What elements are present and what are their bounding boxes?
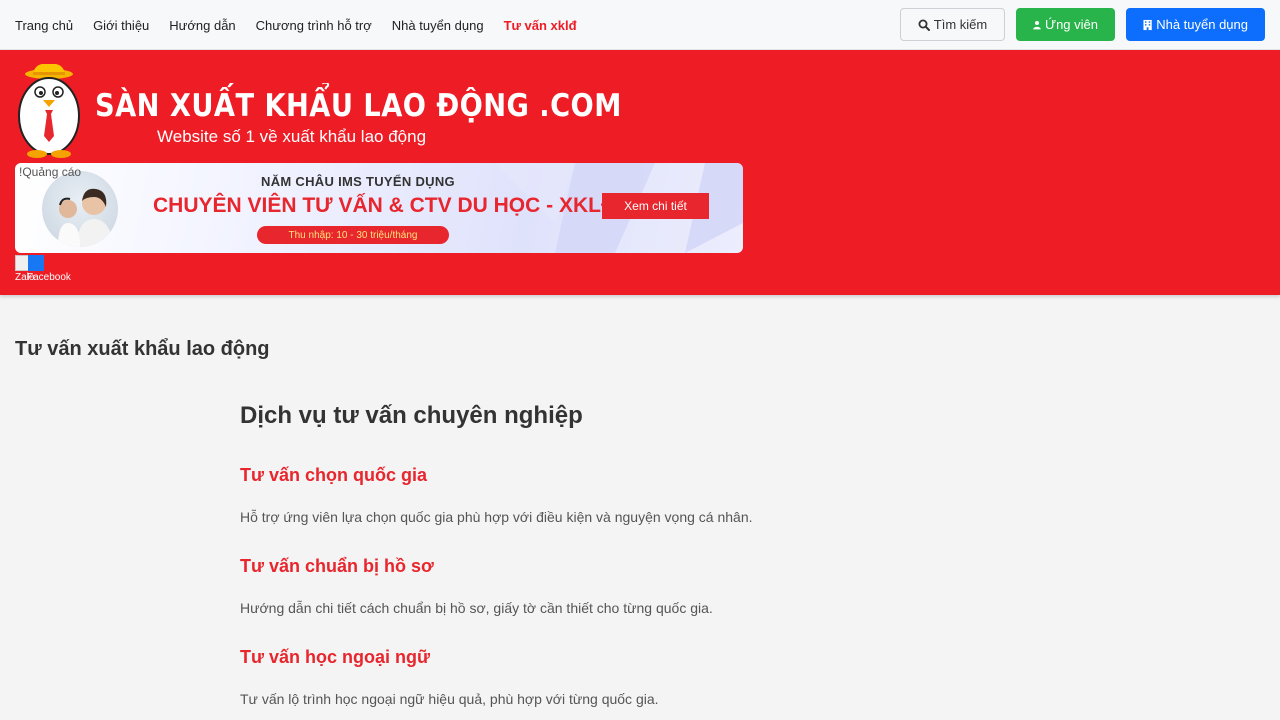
- section-title: Dịch vụ tư vấn chuyên nghiệp: [240, 402, 583, 429]
- facebook-icon[interactable]: [28, 255, 44, 271]
- ad-label: !Quảng cáo: [19, 165, 82, 179]
- nav-link-consulting[interactable]: Tư vấn xklđ: [504, 18, 577, 33]
- candidate-button[interactable]: Ứng viên: [1016, 8, 1115, 41]
- candidate-button-label: Ứng viên: [1044, 17, 1098, 32]
- banner-headline: CHUYÊN VIÊN TƯ VẤN & CTV DU HỌC - XKLĐ: [153, 194, 617, 217]
- nav-link-guide[interactable]: Hướng dẫn: [169, 18, 235, 33]
- page-title: Tư vấn xuất khẩu lao động: [15, 338, 270, 360]
- user-icon: [1033, 20, 1041, 29]
- consultant-photo: [42, 171, 118, 247]
- top-navbar: Trang chủ Giới thiệu Hướng dẫn Chương tr…: [0, 0, 1280, 50]
- logo-subtitle: Website số 1 về xuất khẩu lao động: [157, 127, 427, 146]
- nav-link-support-programs[interactable]: Chương trình hỗ trợ: [256, 18, 372, 33]
- search-icon: [918, 19, 930, 31]
- service-desc-country: Hỗ trợ ứng viên lựa chọn quốc gia phù hợ…: [240, 509, 753, 525]
- site-logo[interactable]: SÀN XUẤT KHẨU LAO ĐỘNG .COM Website số 1…: [15, 64, 621, 158]
- search-button-label: Tìm kiếm: [933, 17, 988, 32]
- service-title-language: Tư vấn học ngoại ngữ: [240, 647, 431, 667]
- logo-title: SÀN XUẤT KHẨU LAO ĐỘNG .COM: [95, 88, 622, 124]
- facebook-label: Facebook: [27, 272, 71, 283]
- social-links: Zalo Facebook: [15, 255, 85, 285]
- nav-link-home[interactable]: Trang chủ: [15, 18, 73, 33]
- employer-button-label: Nhà tuyển dụng: [1156, 17, 1248, 32]
- building-icon: [1143, 19, 1152, 30]
- banner-income-badge: Thu nhập: 10 - 30 triệu/tháng: [257, 226, 449, 244]
- nav-actions: Tìm kiếm Ứng viên Nhà tuyển dụng: [900, 8, 1265, 41]
- nav-link-employers[interactable]: Nhà tuyển dụng: [392, 18, 484, 33]
- employer-button[interactable]: Nhà tuyển dụng: [1126, 8, 1265, 41]
- nav-link-about[interactable]: Giới thiệu: [93, 18, 149, 33]
- banner-heading: NĂM CHÂU IMS TUYỂN DỤNG: [261, 174, 455, 189]
- service-desc-documents: Hướng dẫn chi tiết cách chuẩn bị hồ sơ, …: [240, 600, 713, 616]
- site-header: SÀN XUẤT KHẨU LAO ĐỘNG .COM Website số 1…: [0, 50, 1280, 295]
- service-desc-language: Tư vấn lộ trình học ngoại ngữ hiệu quả, …: [240, 691, 659, 707]
- service-title-country: Tư vấn chọn quốc gia: [240, 465, 428, 485]
- nav-links: Trang chủ Giới thiệu Hướng dẫn Chương tr…: [15, 0, 597, 50]
- ad-banner[interactable]: !Quảng cáo NĂM CHÂU IMS TUYỂN DỤNG CHUYÊ…: [15, 163, 743, 253]
- search-button[interactable]: Tìm kiếm: [900, 8, 1005, 41]
- penguin-mascot-icon: [18, 64, 80, 158]
- banner-cta-button[interactable]: Xem chi tiết: [602, 193, 709, 219]
- service-title-documents: Tư vấn chuẩn bị hồ sơ: [240, 556, 434, 576]
